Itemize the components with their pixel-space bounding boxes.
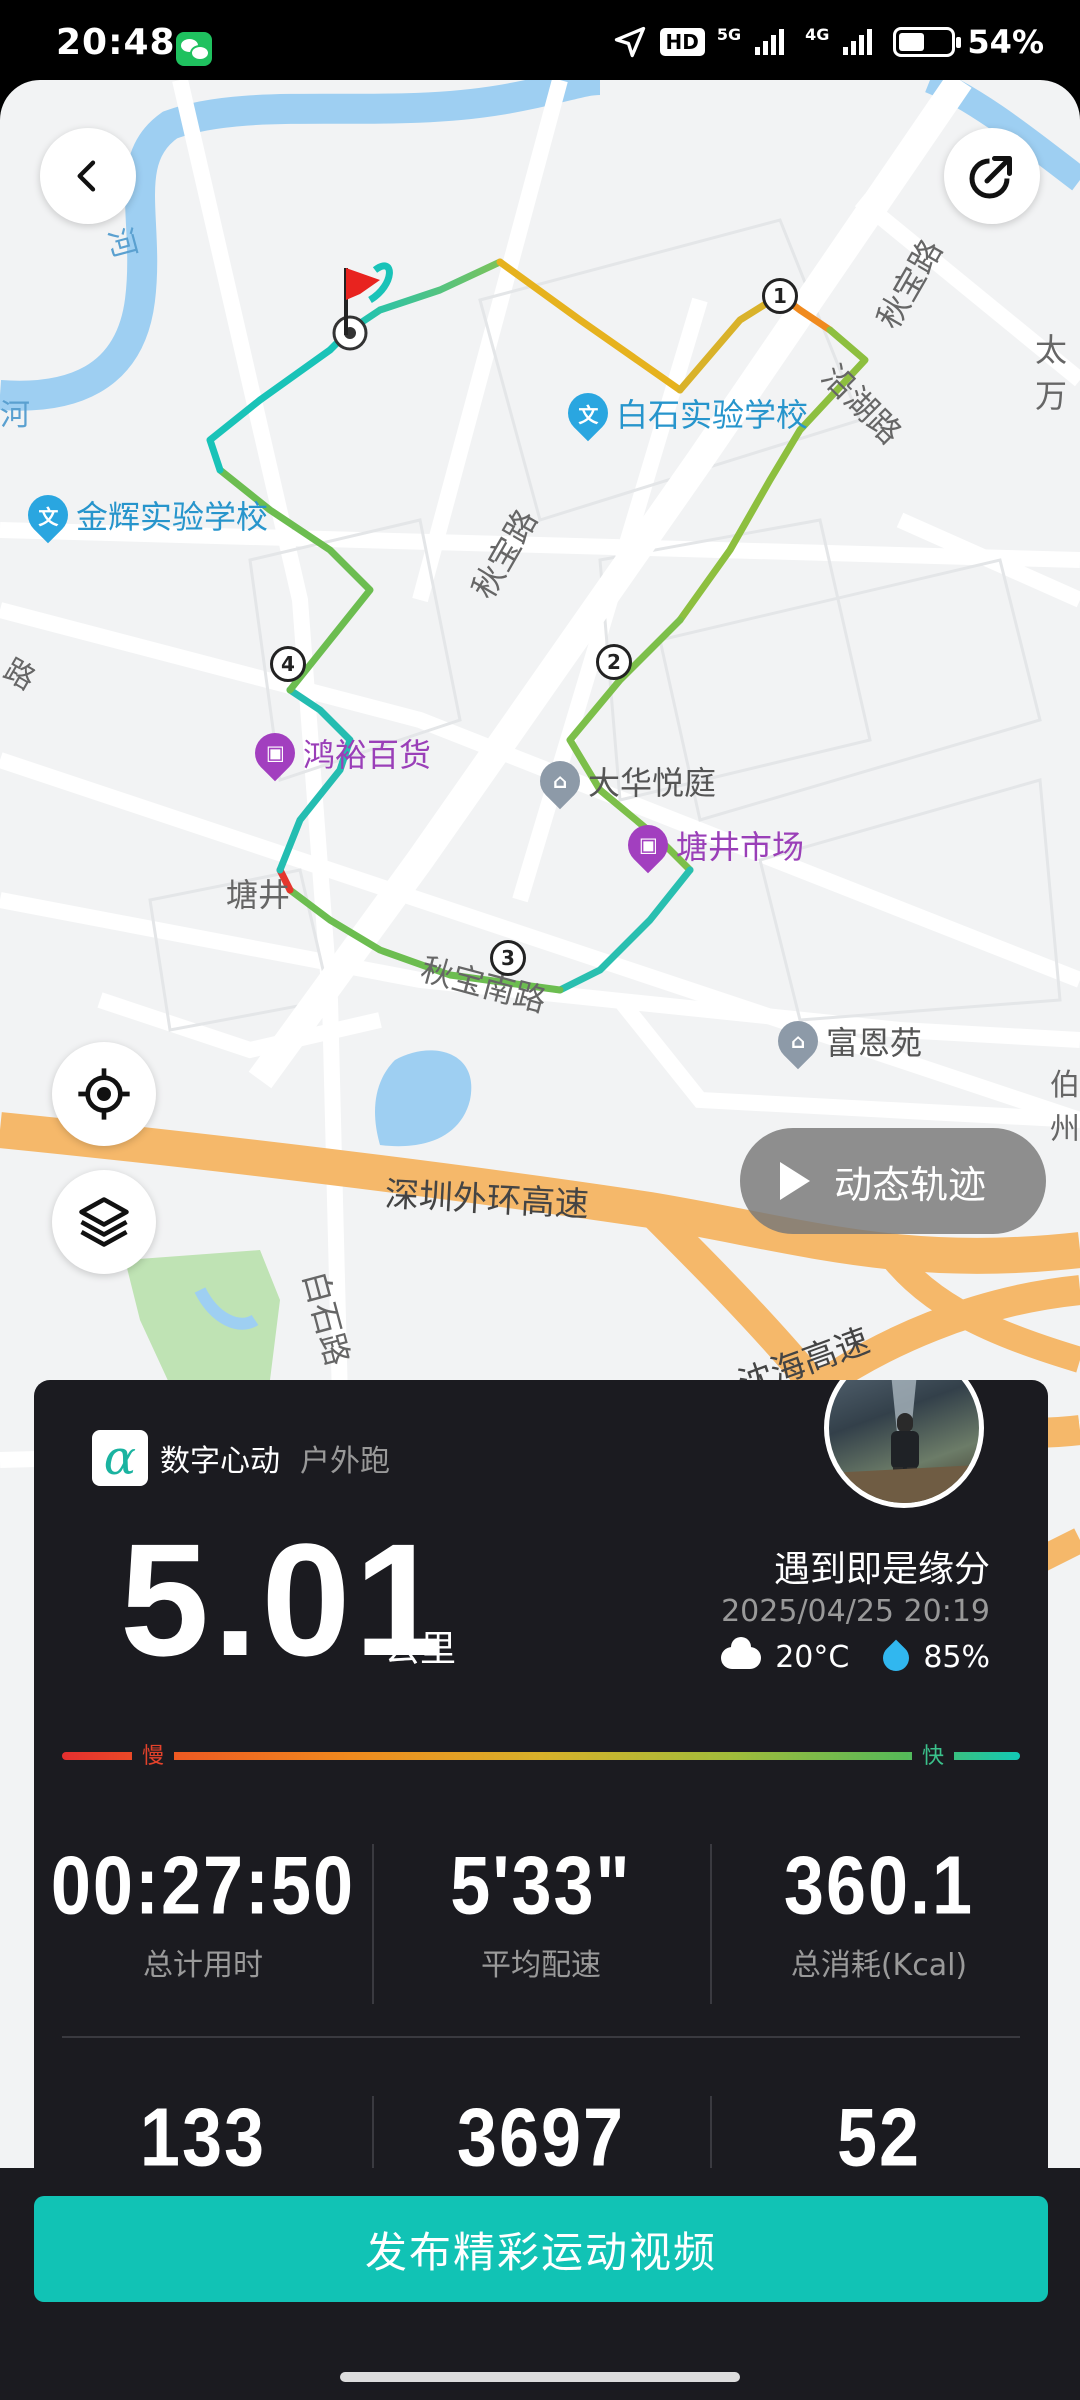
stat-calories: 360.1 总消耗(Kcal) xyxy=(710,1844,1048,2004)
share-icon xyxy=(969,156,1012,199)
poi-jinhui-school[interactable]: 文 金辉实验学校 xyxy=(19,486,269,544)
publish-video-button[interactable]: 发布精彩运动视频 xyxy=(34,2196,1048,2302)
stats-row-2: 133 3697 52 xyxy=(34,2096,1048,2200)
residence-icon: ⌂ xyxy=(769,1012,827,1070)
km-marker-1: 1 xyxy=(762,278,798,314)
play-icon xyxy=(780,1162,810,1200)
network-5g-label: 5G xyxy=(716,24,742,44)
stat-row2-2: 3697 xyxy=(372,2096,710,2200)
place-label-bozhou: 伯州 xyxy=(1050,1068,1080,1147)
signal-icon xyxy=(755,29,785,55)
stat-value: 360.1 xyxy=(783,1840,975,1932)
stat-value: 52 xyxy=(836,2092,922,2184)
river-label-2: 河 xyxy=(0,398,30,433)
status-indicators: HD 5G 4G 54% xyxy=(612,22,1044,62)
signal-icon-2 xyxy=(843,29,873,55)
dynamic-track-button[interactable]: 动态轨迹 xyxy=(740,1128,1046,1234)
km-marker-4: 4 xyxy=(270,646,306,682)
poi-dahua-yueting[interactable]: ⌂ 大华悦庭 xyxy=(531,752,717,810)
place-label-tangjing: 塘井 xyxy=(226,876,291,914)
share-button[interactable] xyxy=(944,128,1040,224)
temperature: 20°C xyxy=(775,1640,850,1675)
run-summary-card: α 数字心动 户外跑 5.01 公里 遇到即是缘分 2025/04/25 20:… xyxy=(34,1380,1048,2200)
stat-label: 总计用时 xyxy=(143,1948,263,1983)
brand-logo-icon: α xyxy=(92,1430,148,1486)
wechat-notification-icon xyxy=(176,32,212,66)
home-indicator[interactable] xyxy=(340,2372,740,2382)
stats-divider xyxy=(62,2036,1020,2038)
stats-row-1: 00:27:50 总计用时 5'33" 平均配速 360.1 总消耗(Kcal) xyxy=(34,1844,1048,2004)
stat-label: 平均配速 xyxy=(481,1948,601,1983)
avatar[interactable] xyxy=(824,1380,984,1508)
avatar-photo xyxy=(829,1380,979,1503)
stat-row2-1: 133 xyxy=(34,2097,372,2180)
poi-label: 白石实验学校 xyxy=(616,396,809,434)
humidity-drop-icon xyxy=(877,1639,915,1676)
poi-label: 金辉实验学校 xyxy=(76,498,269,536)
shop-icon: ▣ xyxy=(246,724,304,782)
hd-badge: HD xyxy=(659,28,705,56)
stat-value: 3697 xyxy=(456,2092,626,2184)
weather: 20°C 85% xyxy=(721,1636,990,1676)
locate-button[interactable] xyxy=(52,1042,156,1146)
stat-label: 总消耗(Kcal) xyxy=(790,1948,968,1983)
location-arrow-icon xyxy=(614,26,645,58)
stat-row2-3: 52 xyxy=(710,2096,1048,2200)
poi-label: 鸿裕百货 xyxy=(303,736,432,774)
stat-value: 5'33" xyxy=(450,1840,632,1932)
pace-gradient-bar xyxy=(62,1752,1020,1760)
residence-icon: ⌂ xyxy=(531,752,589,810)
pace-color-legend: 慢 快 xyxy=(62,1736,1020,1772)
battery-icon xyxy=(893,27,962,57)
layers-icon xyxy=(79,1197,129,1247)
place-label-taiwan: 太万 xyxy=(1035,331,1068,415)
map-layers-button[interactable] xyxy=(52,1170,156,1274)
humidity: 85% xyxy=(923,1640,990,1675)
stat-avg-pace: 5'33" 平均配速 xyxy=(372,1844,710,2004)
poi-label: 大华悦庭 xyxy=(588,764,717,802)
school-icon: 文 xyxy=(19,486,77,544)
run-datetime: 2025/04/25 20:19 xyxy=(721,1594,990,1629)
slogan: 遇到即是缘分 xyxy=(773,1549,990,1590)
cloud-icon xyxy=(721,1636,762,1669)
pace-fast-label: 快 xyxy=(912,1736,955,1772)
poi-label: 塘井市场 xyxy=(676,828,805,866)
km-marker-3: 3 xyxy=(490,940,526,976)
poi-fuenyuan[interactable]: ⌂ 富恩苑 xyxy=(769,1012,923,1070)
battery-level xyxy=(899,33,924,51)
school-icon: 文 xyxy=(559,384,617,442)
distance-unit: 公里 xyxy=(384,1629,457,1670)
status-time: 20:48 xyxy=(56,22,176,63)
locate-crosshair-icon xyxy=(78,1068,130,1120)
dynamic-track-label: 动态轨迹 xyxy=(834,1162,987,1207)
back-button[interactable] xyxy=(40,128,136,224)
poi-tangjing-market[interactable]: ▣ 塘井市场 xyxy=(619,816,805,874)
battery-percent: 54% xyxy=(967,23,1044,61)
brand: α 数字心动 户外跑 xyxy=(92,1430,390,1486)
shop-icon: ▣ xyxy=(619,816,677,874)
stat-value: 00:27:50 xyxy=(50,1840,356,1932)
poi-baishi-school[interactable]: 文 白石实验学校 xyxy=(559,384,809,442)
km-marker-2: 2 xyxy=(596,644,632,680)
chevron-left-icon xyxy=(77,160,96,192)
pace-slow-label: 慢 xyxy=(132,1736,175,1772)
poi-label: 富恩苑 xyxy=(826,1024,923,1062)
status-bar: 20:48 HD 5G 4G 54% xyxy=(0,0,1080,80)
brand-name: 数字心动 xyxy=(160,1444,280,1479)
activity-type: 户外跑 xyxy=(300,1444,390,1479)
stat-value: 133 xyxy=(139,2092,267,2184)
network-4g-label: 4G xyxy=(805,24,830,44)
poi-hongyu-store[interactable]: ▣ 鸿裕百货 xyxy=(246,724,432,782)
stat-total-time: 00:27:50 总计用时 xyxy=(34,1845,372,1984)
